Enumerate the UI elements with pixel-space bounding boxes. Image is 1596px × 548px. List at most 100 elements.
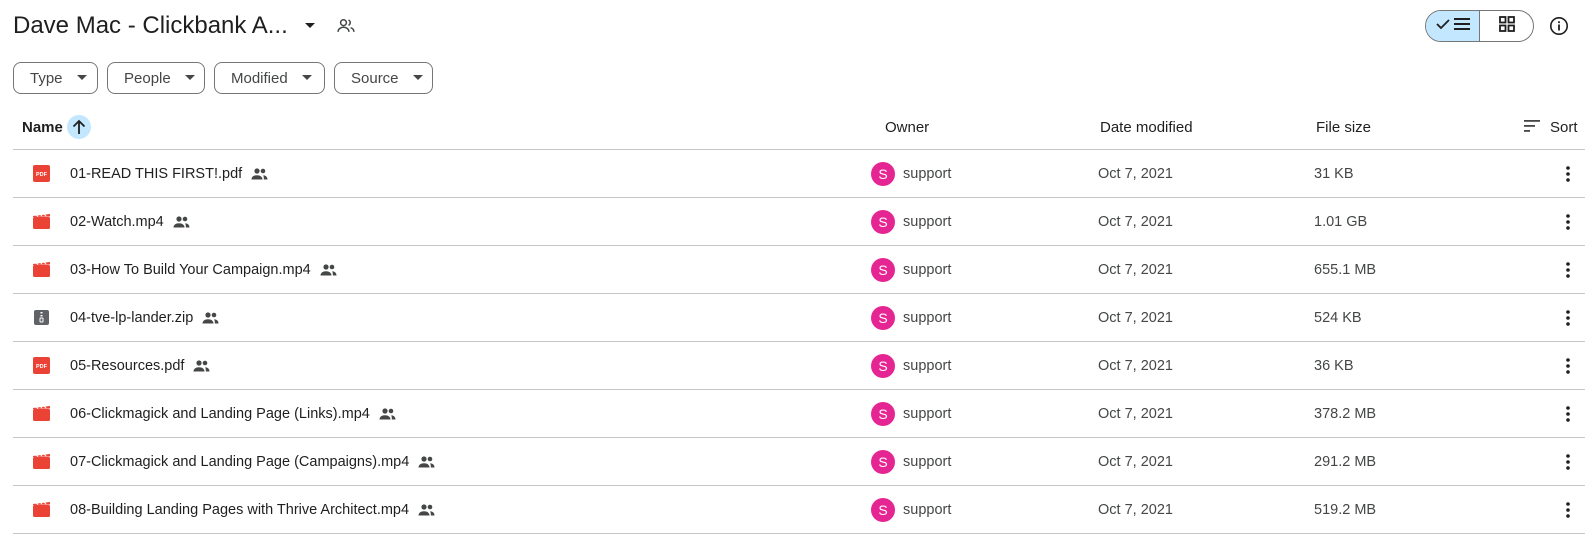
owner-cell: Ssupport bbox=[871, 257, 952, 282]
file-size: 291.2 MB bbox=[1314, 453, 1377, 470]
owner-cell: Ssupport bbox=[871, 401, 951, 426]
file-name: 03-How To Build Your Campaign.mp4 bbox=[70, 261, 311, 278]
file-name-cell[interactable]: 07-Clickmagick and Landing Page (Campaig… bbox=[70, 454, 435, 470]
filter-label: Type bbox=[30, 69, 63, 87]
shared-people-icon bbox=[251, 167, 268, 180]
file-size: 655.1 MB bbox=[1314, 261, 1377, 278]
column-owner-header[interactable]: Owner bbox=[885, 119, 929, 136]
owner-cell: Ssupport bbox=[871, 305, 952, 330]
file-size: 1.01 GB bbox=[1314, 213, 1368, 230]
caret-down-icon[interactable] bbox=[296, 12, 324, 40]
owner-name: support bbox=[903, 261, 952, 278]
column-size-header[interactable]: File size bbox=[1316, 119, 1371, 136]
owner-cell: Ssupport bbox=[871, 353, 951, 378]
table-row[interactable]: 03-How To Build Your Campaign.mp4 Ssuppor… bbox=[13, 246, 1585, 294]
video-file-icon bbox=[33, 501, 50, 518]
more-actions-icon[interactable] bbox=[1556, 306, 1580, 330]
shared-people-icon bbox=[202, 311, 219, 324]
more-actions-icon[interactable] bbox=[1556, 162, 1580, 186]
file-name-cell[interactable]: 02-Watch.mp4 bbox=[70, 214, 190, 230]
more-actions-icon[interactable] bbox=[1556, 402, 1580, 426]
avatar[interactable]: S bbox=[871, 161, 895, 186]
date-modified: Oct 7, 2021 bbox=[1098, 261, 1173, 278]
info-icon[interactable] bbox=[1546, 13, 1572, 39]
pdf-file-icon: PDF bbox=[33, 165, 50, 182]
caret-down-icon bbox=[76, 75, 87, 81]
more-actions-icon[interactable] bbox=[1556, 498, 1580, 522]
arrow-up-icon[interactable] bbox=[66, 115, 91, 139]
owner-name: support bbox=[903, 213, 952, 230]
column-name-header[interactable]: Name bbox=[22, 115, 91, 139]
filter-type[interactable]: Type bbox=[13, 62, 98, 94]
more-actions-icon[interactable] bbox=[1556, 354, 1580, 378]
video-file-icon bbox=[33, 213, 50, 230]
folder-title[interactable]: Dave Mac - Clickbank A... bbox=[13, 8, 288, 44]
shared-people-icon bbox=[320, 263, 337, 276]
date-modified: Oct 7, 2021 bbox=[1098, 309, 1173, 326]
shared-people-icon bbox=[418, 503, 435, 516]
table-row[interactable]: PDF 05-Resources.pdf Ssupport Oct 7, 2021 36… bbox=[13, 342, 1585, 390]
file-name-cell[interactable]: 04-tve-lp-lander.zip bbox=[70, 310, 219, 326]
shared-people-icon bbox=[418, 455, 435, 468]
more-actions-icon[interactable] bbox=[1556, 210, 1580, 234]
owner-cell: Ssupport bbox=[871, 209, 952, 234]
video-file-icon bbox=[33, 405, 50, 422]
file-size: 519.2 MB bbox=[1314, 501, 1377, 518]
owner-name: support bbox=[903, 453, 952, 470]
file-name-cell[interactable]: 08-Building Landing Pages with Thrive Ar… bbox=[70, 502, 435, 518]
table-row[interactable]: 04-tve-lp-lander.zip Ssupport Oct 7, 2021 5… bbox=[13, 294, 1585, 342]
table-row[interactable]: 07-Clickmagick and Landing Page (Campaig… bbox=[13, 438, 1585, 486]
filter-label: Source bbox=[351, 69, 399, 87]
column-name-label: Name bbox=[22, 118, 63, 136]
table-row[interactable]: 08-Building Landing Pages with Thrive Ar… bbox=[13, 486, 1585, 534]
avatar[interactable]: S bbox=[871, 497, 895, 522]
column-date-header[interactable]: Date modified bbox=[1100, 119, 1193, 136]
caret-down-icon bbox=[184, 75, 195, 81]
sort-icon bbox=[1524, 119, 1540, 136]
file-size: 378.2 MB bbox=[1314, 405, 1377, 422]
shared-people-icon bbox=[173, 215, 190, 228]
table-row[interactable]: 06-Clickmagick and Landing Page (Links).… bbox=[13, 390, 1585, 438]
file-name-cell[interactable]: 03-How To Build Your Campaign.mp4 bbox=[70, 262, 337, 278]
people-outline-icon[interactable] bbox=[332, 12, 360, 40]
folder-header: Dave Mac - Clickbank A... bbox=[13, 8, 360, 44]
file-name: 07-Clickmagick and Landing Page (Campaig… bbox=[70, 453, 410, 470]
video-file-icon bbox=[33, 261, 50, 278]
caret-down-icon bbox=[412, 75, 423, 81]
shared-people-icon bbox=[379, 407, 396, 420]
more-actions-icon[interactable] bbox=[1556, 258, 1580, 282]
table-row[interactable]: PDF 01-READ THIS FIRST!.pdf Ssupport Oct 7,… bbox=[13, 150, 1585, 198]
sort-label: Sort bbox=[1550, 118, 1578, 136]
file-name-cell[interactable]: 01-READ THIS FIRST!.pdf bbox=[70, 166, 268, 182]
avatar[interactable]: S bbox=[871, 353, 895, 378]
table-header: Name Owner Date modified File size Sort bbox=[13, 105, 1585, 150]
filter-label: People bbox=[124, 69, 171, 87]
file-name-cell[interactable]: 06-Clickmagick and Landing Page (Links).… bbox=[70, 406, 396, 422]
avatar[interactable]: S bbox=[871, 449, 895, 474]
file-name: 08-Building Landing Pages with Thrive Ar… bbox=[70, 501, 410, 518]
file-name: 02-Watch.mp4 bbox=[70, 213, 164, 230]
date-modified: Oct 7, 2021 bbox=[1098, 357, 1173, 374]
avatar[interactable]: S bbox=[871, 257, 895, 282]
video-file-icon bbox=[33, 453, 50, 470]
filter-people[interactable]: People bbox=[107, 62, 205, 94]
owner-name: support bbox=[903, 309, 952, 326]
filter-modified[interactable]: Modified bbox=[214, 62, 325, 94]
file-size: 36 KB bbox=[1314, 357, 1354, 374]
filter-bar: Type People Modified Source bbox=[13, 62, 433, 94]
sort-button[interactable]: Sort bbox=[1524, 119, 1578, 136]
grid-view-button[interactable] bbox=[1480, 11, 1533, 41]
caret-down-icon bbox=[301, 75, 312, 81]
filter-source[interactable]: Source bbox=[334, 62, 433, 94]
avatar[interactable]: S bbox=[871, 305, 895, 330]
avatar[interactable]: S bbox=[871, 401, 895, 426]
table-row[interactable]: 02-Watch.mp4 Ssupport Oct 7, 2021 1.01 GB bbox=[13, 198, 1585, 246]
more-actions-icon[interactable] bbox=[1556, 450, 1580, 474]
avatar[interactable]: S bbox=[871, 209, 895, 234]
list-view-button[interactable] bbox=[1426, 11, 1480, 41]
pdf-file-icon: PDF bbox=[33, 357, 50, 374]
file-name: 05-Resources.pdf bbox=[70, 357, 185, 374]
grid-icon bbox=[1498, 15, 1515, 37]
date-modified: Oct 7, 2021 bbox=[1098, 213, 1173, 230]
file-name-cell[interactable]: 05-Resources.pdf bbox=[70, 358, 210, 374]
